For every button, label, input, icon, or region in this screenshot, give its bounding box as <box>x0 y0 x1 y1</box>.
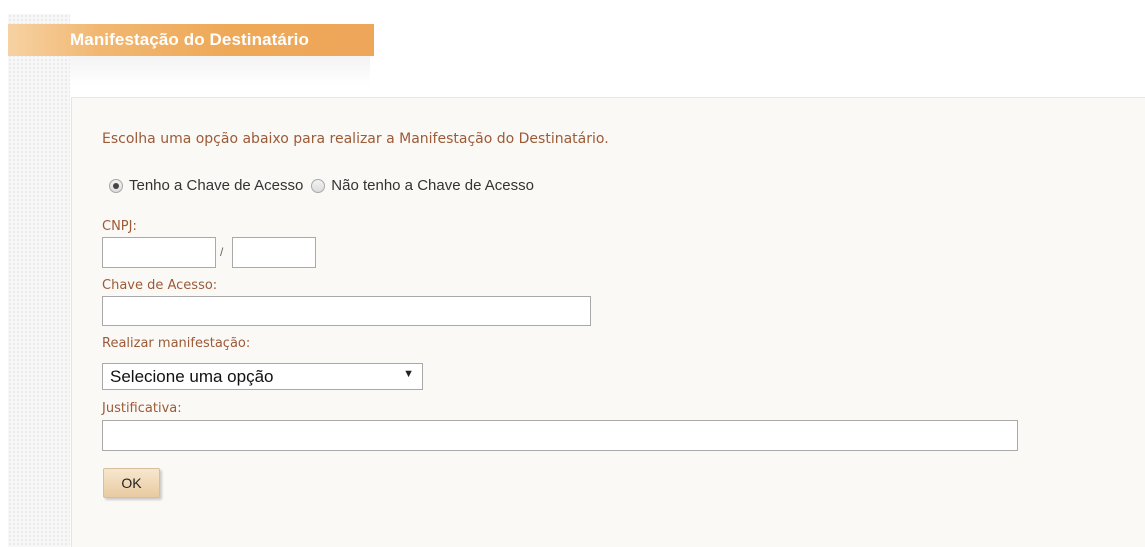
manifestacao-label: Realizar manifestação: <box>102 336 251 351</box>
left-dotted-strip <box>8 14 70 547</box>
justificativa-input[interactable] <box>102 420 1018 451</box>
justificativa-label: Justificativa: <box>102 401 182 416</box>
cnpj-label: CNPJ: <box>102 219 137 234</box>
cnpj-part1-input[interactable] <box>102 237 216 268</box>
chave-acesso-input[interactable] <box>102 296 591 326</box>
access-key-radio-group: Tenho a Chave de Acesso Não tenho a Chav… <box>109 177 542 194</box>
manifestacao-select[interactable]: Selecione uma opção ▼ <box>102 363 423 390</box>
cnpj-part2-input[interactable] <box>232 237 316 268</box>
cnpj-separator: / <box>220 245 224 259</box>
chevron-down-icon: ▼ <box>403 368 414 380</box>
header-fade <box>70 56 370 86</box>
ok-button[interactable]: OK <box>103 468 160 498</box>
page: Manifestação do Destinatário Escolha uma… <box>0 0 1145 547</box>
radio-has-access-key[interactable] <box>109 178 123 193</box>
radio-no-access-key[interactable] <box>311 178 326 193</box>
radio-no-access-key-label[interactable]: Não tenho a Chave de Acesso <box>331 177 534 194</box>
page-title: Manifestação do Destinatário <box>70 30 309 49</box>
chave-label: Chave de Acesso: <box>102 278 218 293</box>
radio-has-access-key-label[interactable]: Tenho a Chave de Acesso <box>129 177 303 194</box>
intro-text: Escolha uma opção abaixo para realizar a… <box>102 131 609 147</box>
manifestacao-selected-value: Selecione uma opção <box>110 367 274 386</box>
